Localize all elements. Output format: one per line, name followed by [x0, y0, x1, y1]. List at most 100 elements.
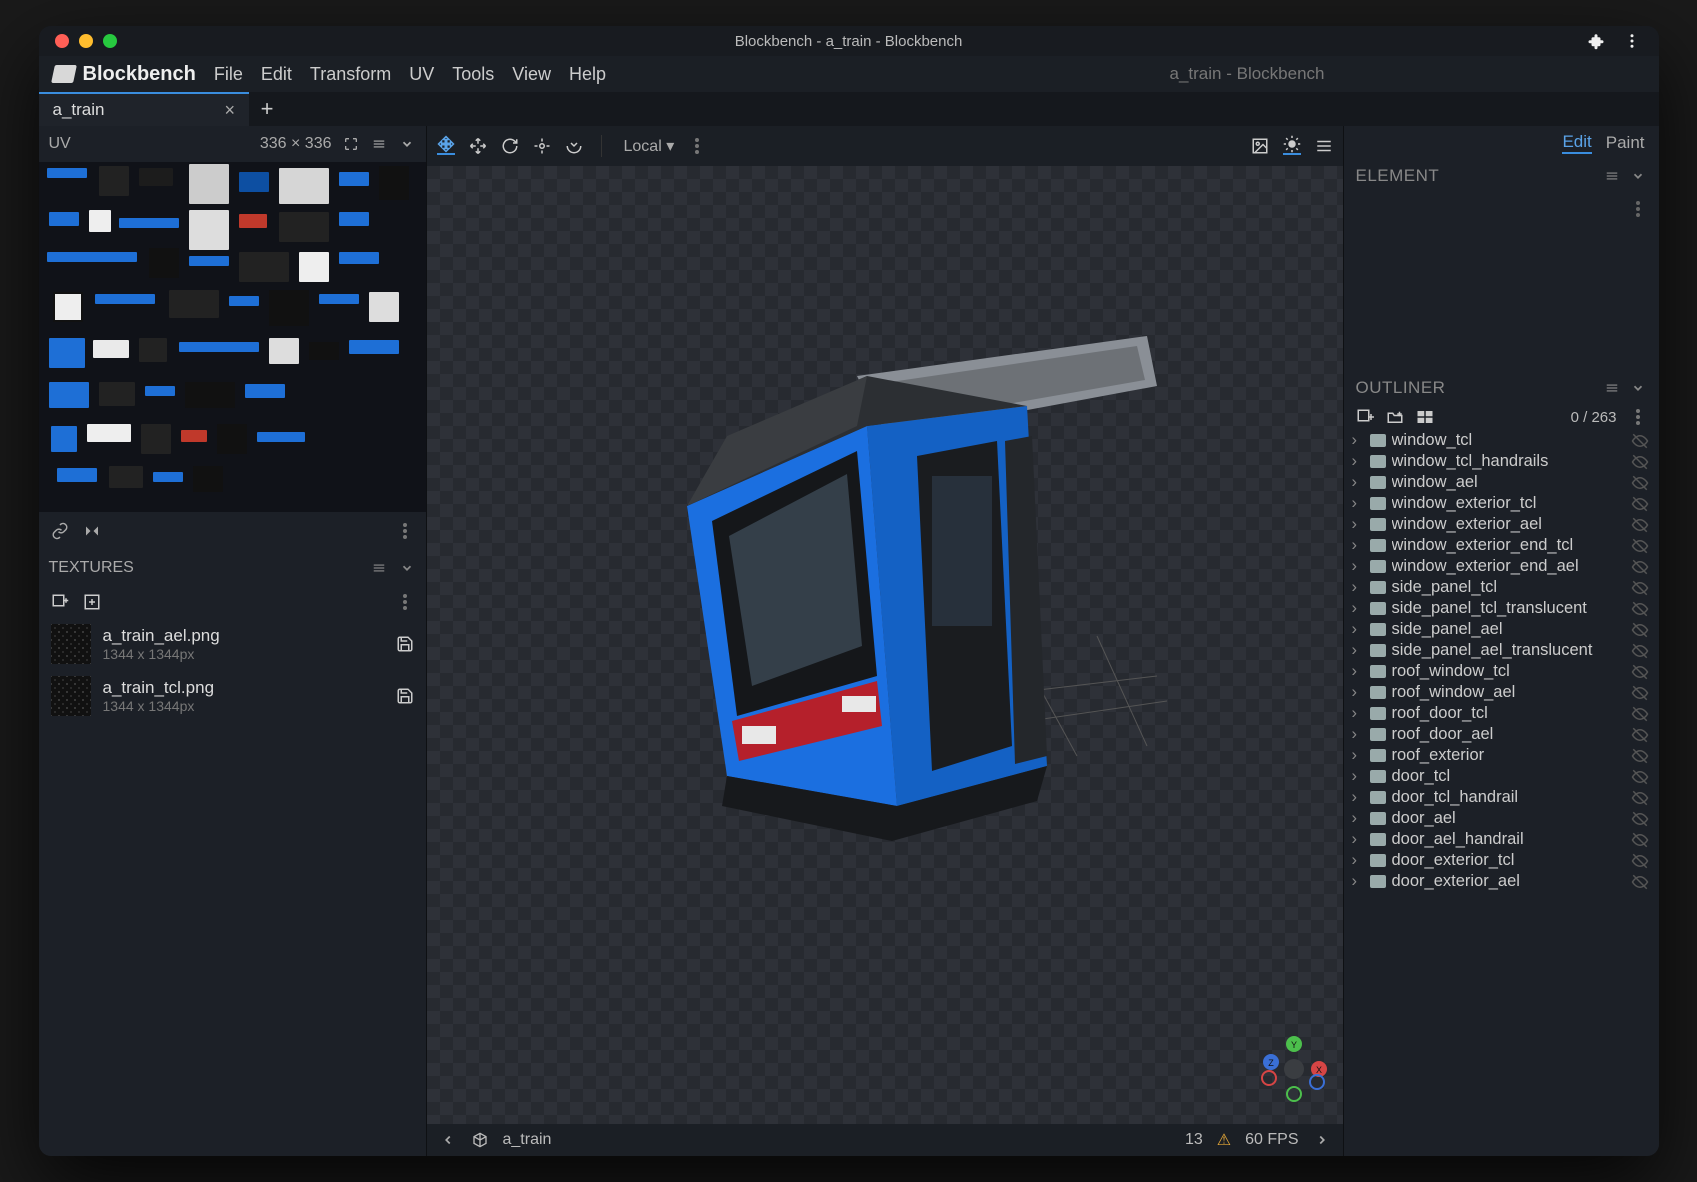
chevron-right-icon[interactable]: › [1352, 620, 1364, 639]
visibility-icon[interactable] [1631, 642, 1649, 660]
options-icon[interactable] [370, 559, 388, 577]
visibility-icon[interactable] [1631, 495, 1649, 513]
menu-help[interactable]: Help [569, 64, 606, 85]
chevron-right-icon[interactable]: › [1352, 809, 1364, 828]
menu-file[interactable]: File [214, 64, 243, 85]
chevron-right-icon[interactable] [1313, 1131, 1331, 1149]
project-tab[interactable]: a_train × [39, 92, 250, 126]
visibility-icon[interactable] [1631, 684, 1649, 702]
visibility-icon[interactable] [1631, 432, 1649, 450]
new-texture-icon[interactable] [83, 593, 101, 611]
visibility-icon[interactable] [1631, 558, 1649, 576]
chevron-right-icon[interactable]: › [1352, 767, 1364, 786]
outliner-row[interactable]: ›window_tcl [1344, 430, 1659, 451]
uv-editor[interactable] [39, 162, 426, 512]
image-icon[interactable] [1251, 137, 1269, 155]
outliner-row[interactable]: ›window_exterior_tcl [1344, 493, 1659, 514]
chevron-right-icon[interactable]: › [1352, 431, 1364, 450]
outliner-list[interactable]: ›window_tcl›window_tcl_handrails›window_… [1344, 430, 1659, 1156]
outliner-row[interactable]: ›roof_window_tcl [1344, 661, 1659, 682]
shading-icon[interactable] [1283, 137, 1301, 155]
visibility-icon[interactable] [1631, 873, 1649, 891]
outliner-row[interactable]: ›roof_window_ael [1344, 682, 1659, 703]
visibility-icon[interactable] [1631, 600, 1649, 618]
warning-icon[interactable]: ⚠ [1217, 1130, 1231, 1150]
more-icon[interactable] [396, 522, 414, 540]
outliner-row[interactable]: ›door_exterior_tcl [1344, 850, 1659, 871]
outliner-row[interactable]: ›side_panel_ael [1344, 619, 1659, 640]
viewport[interactable]: Y X Z [427, 166, 1343, 1124]
chevron-right-icon[interactable]: › [1352, 578, 1364, 597]
chevron-right-icon[interactable]: › [1352, 494, 1364, 513]
visibility-icon[interactable] [1631, 579, 1649, 597]
menu-edit[interactable]: Edit [261, 64, 292, 85]
add-tab-button[interactable]: + [249, 92, 285, 126]
visibility-icon[interactable] [1631, 768, 1649, 786]
visibility-icon[interactable] [1631, 474, 1649, 492]
chevron-right-icon[interactable]: › [1352, 557, 1364, 576]
texture-item[interactable]: a_train_ael.png 1344 x 1344px [39, 618, 426, 670]
move-tool-icon[interactable] [437, 137, 455, 155]
more-icon[interactable] [1629, 408, 1647, 426]
chevron-right-icon[interactable]: › [1352, 452, 1364, 471]
outliner-row[interactable]: ›window_ael [1344, 472, 1659, 493]
outliner-row[interactable]: ›window_exterior_end_tcl [1344, 535, 1659, 556]
mirror-icon[interactable] [83, 522, 101, 540]
more-icon[interactable] [688, 137, 706, 155]
maximize-window-button[interactable] [103, 34, 117, 48]
save-icon[interactable] [396, 687, 414, 705]
chevron-right-icon[interactable]: › [1352, 662, 1364, 681]
add-texture-icon[interactable] [51, 593, 69, 611]
fullscreen-icon[interactable] [342, 135, 360, 153]
chevron-right-icon[interactable]: › [1352, 725, 1364, 744]
chevron-right-icon[interactable]: › [1352, 599, 1364, 618]
menu-view[interactable]: View [512, 64, 551, 85]
chevron-right-icon[interactable]: › [1352, 830, 1364, 849]
outliner-row[interactable]: ›window_exterior_end_ael [1344, 556, 1659, 577]
visibility-icon[interactable] [1631, 831, 1649, 849]
outliner-row[interactable]: ›door_exterior_ael [1344, 871, 1659, 892]
chevron-right-icon[interactable]: › [1352, 641, 1364, 660]
chevron-right-icon[interactable]: › [1352, 536, 1364, 555]
add-group-icon[interactable] [1386, 408, 1404, 426]
visibility-icon[interactable] [1631, 810, 1649, 828]
visibility-icon[interactable] [1631, 789, 1649, 807]
orientation-select[interactable]: Local ▾ [624, 136, 675, 156]
visibility-icon[interactable] [1631, 537, 1649, 555]
chevron-down-icon[interactable] [398, 135, 416, 153]
options-icon[interactable] [1603, 379, 1621, 397]
outliner-row[interactable]: ›side_panel_tcl [1344, 577, 1659, 598]
add-cube-icon[interactable] [1356, 408, 1374, 426]
pivot-tool-icon[interactable] [533, 137, 551, 155]
visibility-icon[interactable] [1631, 453, 1649, 471]
outliner-row[interactable]: ›window_exterior_ael [1344, 514, 1659, 535]
options-icon[interactable] [370, 135, 388, 153]
texture-item[interactable]: a_train_tcl.png 1344 x 1344px [39, 670, 426, 722]
options-icon[interactable] [1603, 167, 1621, 185]
visibility-icon[interactable] [1631, 747, 1649, 765]
orientation-gizmo[interactable]: Y X Z [1259, 1034, 1329, 1104]
chevron-right-icon[interactable]: › [1352, 683, 1364, 702]
chevron-right-icon[interactable]: › [1352, 746, 1364, 765]
vertex-snap-icon[interactable] [565, 137, 583, 155]
warning-count[interactable]: 13 [1185, 1131, 1203, 1149]
kebab-menu-icon[interactable] [1623, 32, 1641, 50]
chevron-down-icon[interactable] [398, 559, 416, 577]
visibility-icon[interactable] [1631, 516, 1649, 534]
visibility-icon[interactable] [1631, 852, 1649, 870]
outliner-row[interactable]: ›door_tcl_handrail [1344, 787, 1659, 808]
outliner-row[interactable]: ›side_panel_ael_translucent [1344, 640, 1659, 661]
extension-icon[interactable] [1587, 32, 1605, 50]
toggle-icon[interactable] [1416, 408, 1434, 426]
outliner-row[interactable]: ›door_tcl [1344, 766, 1659, 787]
chevron-right-icon[interactable]: › [1352, 515, 1364, 534]
outliner-row[interactable]: ›window_tcl_handrails [1344, 451, 1659, 472]
menu-tools[interactable]: Tools [452, 64, 494, 85]
more-icon[interactable] [396, 593, 414, 611]
tab-paint[interactable]: Paint [1606, 133, 1645, 153]
outliner-row[interactable]: ›door_ael_handrail [1344, 829, 1659, 850]
minimize-window-button[interactable] [79, 34, 93, 48]
visibility-icon[interactable] [1631, 705, 1649, 723]
link-icon[interactable] [51, 522, 69, 540]
more-icon[interactable] [1629, 200, 1647, 218]
